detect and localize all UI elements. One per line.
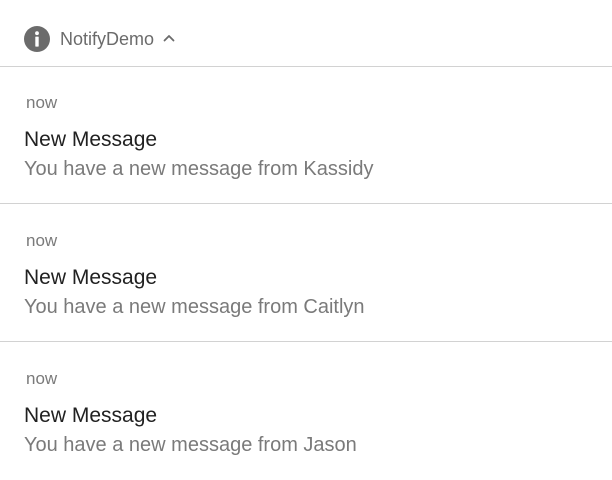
- notification-time: now: [26, 231, 58, 250]
- notification-group-header[interactable]: NotifyDemo: [0, 0, 612, 67]
- notification-title: New Message: [24, 128, 158, 151]
- chevron-up-icon[interactable]: [162, 31, 176, 45]
- notification-shade: NotifyDemo now New Message You have a ne…: [0, 0, 612, 480]
- notification-text: You have a new message from Caitlyn: [24, 296, 365, 318]
- notification-text: You have a new message from Jason: [24, 434, 357, 456]
- notification-title: New Message: [24, 404, 158, 427]
- notification-item[interactable]: now New Message You have a new message f…: [0, 343, 612, 480]
- info-icon: [24, 26, 50, 52]
- notification-title: New Message: [24, 266, 158, 289]
- notification-item[interactable]: now New Message You have a new message f…: [0, 205, 612, 342]
- notification-text: You have a new message from Kassidy: [24, 158, 374, 180]
- notification-time: now: [26, 93, 58, 112]
- notification-item[interactable]: now New Message You have a new message f…: [0, 67, 612, 204]
- app-name: NotifyDemo: [60, 29, 155, 49]
- notification-time: now: [26, 369, 58, 388]
